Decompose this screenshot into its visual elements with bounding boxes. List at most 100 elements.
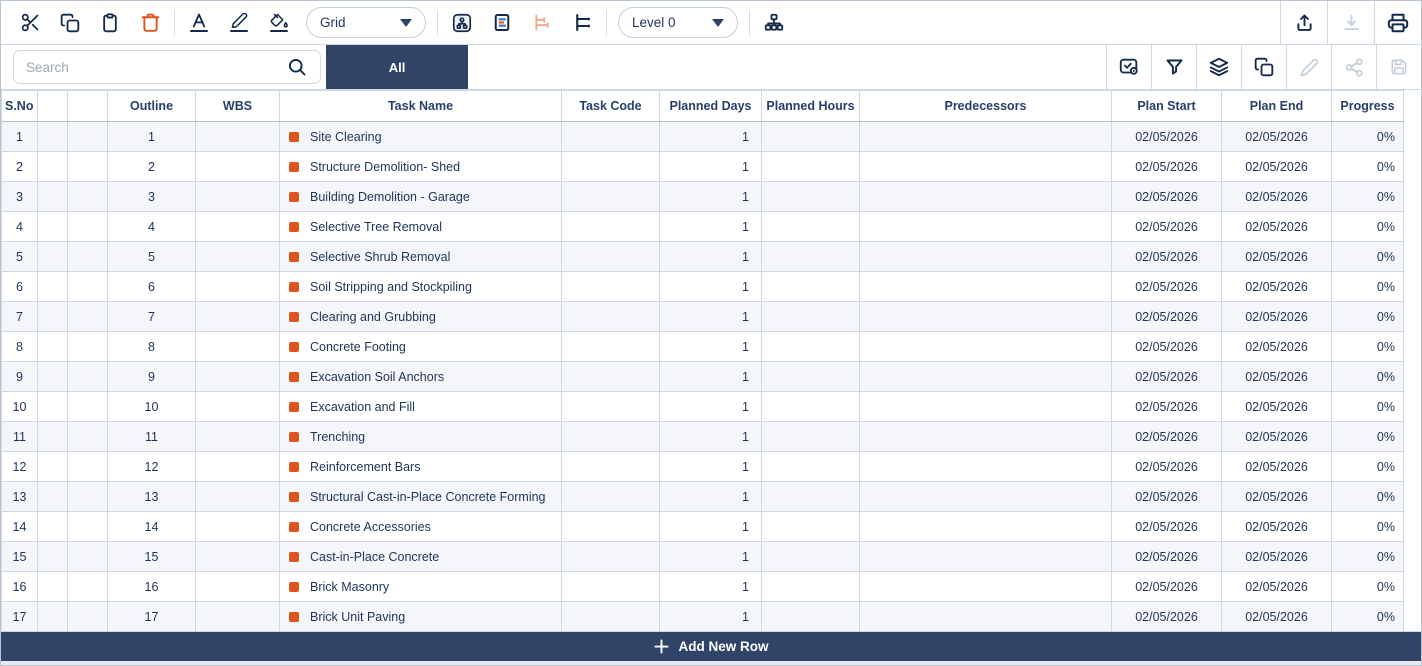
select-tasks-button[interactable] — [1106, 45, 1151, 89]
cell-wbs[interactable] — [195, 481, 280, 512]
cell-plan-end[interactable]: 02/05/2026 — [1221, 241, 1332, 272]
cell-plan-start[interactable]: 02/05/2026 — [1111, 301, 1222, 332]
cell-indicator-2[interactable] — [67, 391, 108, 422]
cell-indicator-1[interactable] — [37, 541, 68, 572]
cell-predecessors[interactable] — [859, 421, 1112, 452]
cell-plan-start[interactable]: 02/05/2026 — [1111, 421, 1222, 452]
cell-wbs[interactable] — [195, 601, 280, 632]
cell-predecessors[interactable] — [859, 301, 1112, 332]
cell-outline[interactable]: 6 — [107, 271, 196, 302]
cell-plan-start[interactable]: 02/05/2026 — [1111, 511, 1222, 542]
cell-task-name[interactable]: Cast-in-Place Concrete — [279, 541, 562, 572]
cell-indicator-1[interactable] — [37, 511, 68, 542]
cell-indicator-1[interactable] — [37, 421, 68, 452]
cell-plan-end[interactable]: 02/05/2026 — [1221, 571, 1332, 602]
cell-predecessors[interactable] — [859, 181, 1112, 212]
baseline-view-icon[interactable] — [489, 10, 515, 36]
cell-predecessors[interactable] — [859, 271, 1112, 302]
cell-task-name[interactable]: Soil Stripping and Stockpiling — [279, 271, 562, 302]
cell-planned-days[interactable]: 1 — [659, 271, 762, 302]
cell-task-name[interactable]: Concrete Footing — [279, 331, 562, 362]
save-button[interactable] — [1376, 45, 1421, 89]
cell-indicator-1[interactable] — [37, 151, 68, 182]
paste-icon[interactable] — [97, 10, 123, 36]
cell-task-code[interactable] — [561, 511, 660, 542]
cell-planned-days[interactable]: 1 — [659, 421, 762, 452]
cell-plan-end[interactable]: 02/05/2026 — [1221, 541, 1332, 572]
cell-planned-hours[interactable] — [761, 391, 860, 422]
indent-chart-icon[interactable] — [529, 10, 555, 36]
cell-indicator-2[interactable] — [67, 361, 108, 392]
cell-planned-days[interactable]: 1 — [659, 601, 762, 632]
cell-plan-start[interactable]: 02/05/2026 — [1111, 181, 1222, 212]
cell-wbs[interactable] — [195, 181, 280, 212]
cell-outline[interactable]: 4 — [107, 211, 196, 242]
cell-sno[interactable]: 1 — [1, 121, 38, 152]
cell-indicator-2[interactable] — [67, 211, 108, 242]
cell-outline[interactable]: 10 — [107, 391, 196, 422]
cell-planned-hours[interactable] — [761, 601, 860, 632]
cell-progress[interactable]: 0% — [1331, 181, 1404, 212]
cell-sno[interactable]: 6 — [1, 271, 38, 302]
cell-sno[interactable]: 7 — [1, 301, 38, 332]
cell-outline[interactable]: 5 — [107, 241, 196, 272]
cell-task-name[interactable]: Structure Demolition- Shed — [279, 151, 562, 182]
cell-task-code[interactable] — [561, 241, 660, 272]
column-header-plan-start[interactable]: Plan Start — [1111, 90, 1222, 122]
cell-wbs[interactable] — [195, 271, 280, 302]
cell-planned-hours[interactable] — [761, 361, 860, 392]
edit-pen-icon[interactable] — [226, 10, 252, 36]
cell-task-code[interactable] — [561, 571, 660, 602]
cell-task-name[interactable]: Site Clearing — [279, 121, 562, 152]
cell-task-code[interactable] — [561, 481, 660, 512]
cell-task-code[interactable] — [561, 151, 660, 182]
cell-plan-start[interactable]: 02/05/2026 — [1111, 361, 1222, 392]
cell-planned-hours[interactable] — [761, 481, 860, 512]
add-new-row-button[interactable]: Add New Row — [1, 632, 1421, 661]
cell-sno[interactable]: 10 — [1, 391, 38, 422]
cell-predecessors[interactable] — [859, 361, 1112, 392]
cell-task-code[interactable] — [561, 421, 660, 452]
cell-planned-hours[interactable] — [761, 451, 860, 482]
cell-sno[interactable]: 16 — [1, 571, 38, 602]
download-button[interactable] — [1327, 1, 1374, 45]
cell-planned-days[interactable]: 1 — [659, 181, 762, 212]
cell-planned-days[interactable]: 1 — [659, 511, 762, 542]
cell-progress[interactable]: 0% — [1331, 421, 1404, 452]
cell-predecessors[interactable] — [859, 121, 1112, 152]
resource-view-icon[interactable] — [449, 10, 475, 36]
cell-predecessors[interactable] — [859, 481, 1112, 512]
level-dropdown[interactable]: Level 0 — [618, 7, 738, 38]
cell-indicator-1[interactable] — [37, 301, 68, 332]
cell-task-name[interactable]: Selective Tree Removal — [279, 211, 562, 242]
cell-plan-end[interactable]: 02/05/2026 — [1221, 151, 1332, 182]
cell-task-name[interactable]: Building Demolition - Garage — [279, 181, 562, 212]
column-header-indicator-2[interactable] — [67, 90, 108, 122]
cell-progress[interactable]: 0% — [1331, 241, 1404, 272]
cell-planned-days[interactable]: 1 — [659, 571, 762, 602]
cell-planned-hours[interactable] — [761, 511, 860, 542]
cell-planned-days[interactable]: 1 — [659, 391, 762, 422]
cell-outline[interactable]: 3 — [107, 181, 196, 212]
column-header-wbs[interactable]: WBS — [195, 90, 280, 122]
cell-plan-start[interactable]: 02/05/2026 — [1111, 541, 1222, 572]
cell-predecessors[interactable] — [859, 601, 1112, 632]
cell-plan-end[interactable]: 02/05/2026 — [1221, 181, 1332, 212]
cell-wbs[interactable] — [195, 391, 280, 422]
cell-sno[interactable]: 4 — [1, 211, 38, 242]
cell-plan-end[interactable]: 02/05/2026 — [1221, 391, 1332, 422]
cell-wbs[interactable] — [195, 511, 280, 542]
cell-outline[interactable]: 17 — [107, 601, 196, 632]
cell-plan-start[interactable]: 02/05/2026 — [1111, 151, 1222, 182]
milestone-links-icon[interactable] — [569, 10, 595, 36]
cell-progress[interactable]: 0% — [1331, 151, 1404, 182]
cell-progress[interactable]: 0% — [1331, 601, 1404, 632]
cell-indicator-1[interactable] — [37, 601, 68, 632]
cell-predecessors[interactable] — [859, 211, 1112, 242]
column-header-indicator-1[interactable] — [37, 90, 68, 122]
cell-indicator-1[interactable] — [37, 391, 68, 422]
cell-planned-days[interactable]: 1 — [659, 481, 762, 512]
cell-predecessors[interactable] — [859, 331, 1112, 362]
cell-indicator-2[interactable] — [67, 121, 108, 152]
cell-sno[interactable]: 5 — [1, 241, 38, 272]
